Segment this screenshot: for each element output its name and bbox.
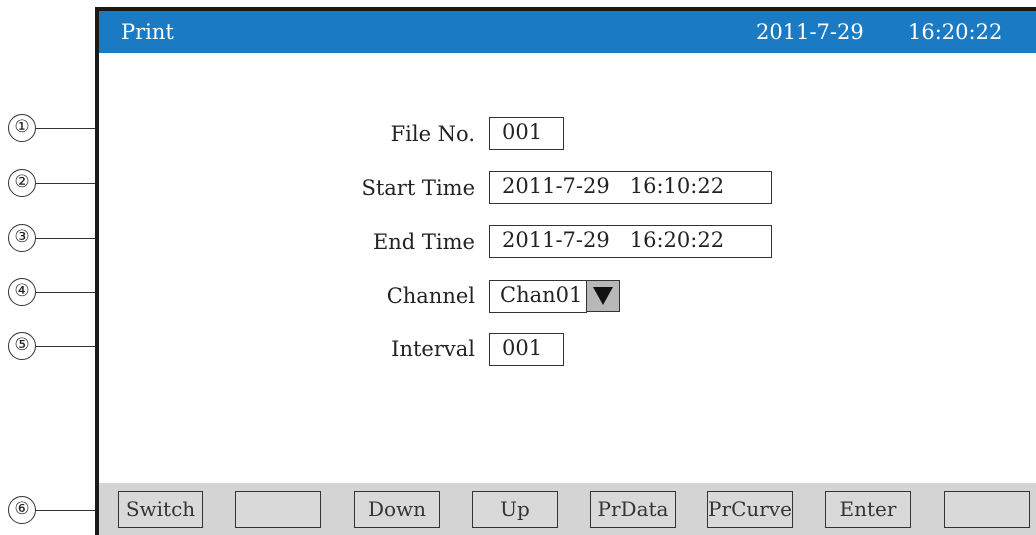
triangle-down-icon [593,287,613,305]
callout-2: ② [8,169,36,197]
interval-label: Interval [391,337,475,361]
print-curve-button[interactable]: PrCurve [707,491,793,528]
callout-6: ⑥ [8,496,36,524]
channel-dropdown-button[interactable] [586,280,620,312]
callout-3: ③ [8,224,36,252]
end-time-field[interactable]: 2011-7-29 16:20:22 [489,225,772,258]
file-no-field[interactable]: 001 [489,117,564,150]
channel-select[interactable]: Chan01 [489,280,587,313]
file-no-label: File No. [390,122,475,146]
callout-5: ⑤ [8,332,36,360]
start-time-field[interactable]: 2011-7-29 16:10:22 [489,171,772,204]
softkey-bar: Switch Down Up PrData PrCurve Enter [99,483,1036,535]
down-button[interactable]: Down [354,491,440,528]
title-bar: Print 2011-7-29 16:20:22 [99,11,1036,53]
up-button[interactable]: Up [472,491,558,528]
channel-label: Channel [386,284,475,308]
switch-button[interactable]: Switch [118,491,203,528]
header-time: 16:20:22 [908,20,1003,44]
enter-button[interactable]: Enter [825,491,911,528]
interval-field[interactable]: 001 [489,333,564,366]
start-time-label: Start Time [361,176,475,200]
softkey-blank-1[interactable] [235,491,321,528]
screen-title: Print [121,20,174,44]
device-screen: Print 2011-7-29 16:20:22 File No. 001 St… [95,7,1036,535]
end-time-label: End Time [372,230,475,254]
callout-4: ④ [8,278,36,306]
softkey-blank-2[interactable] [944,491,1030,528]
header-date: 2011-7-29 [756,20,864,44]
print-data-button[interactable]: PrData [590,491,676,528]
callout-1: ① [8,114,36,142]
